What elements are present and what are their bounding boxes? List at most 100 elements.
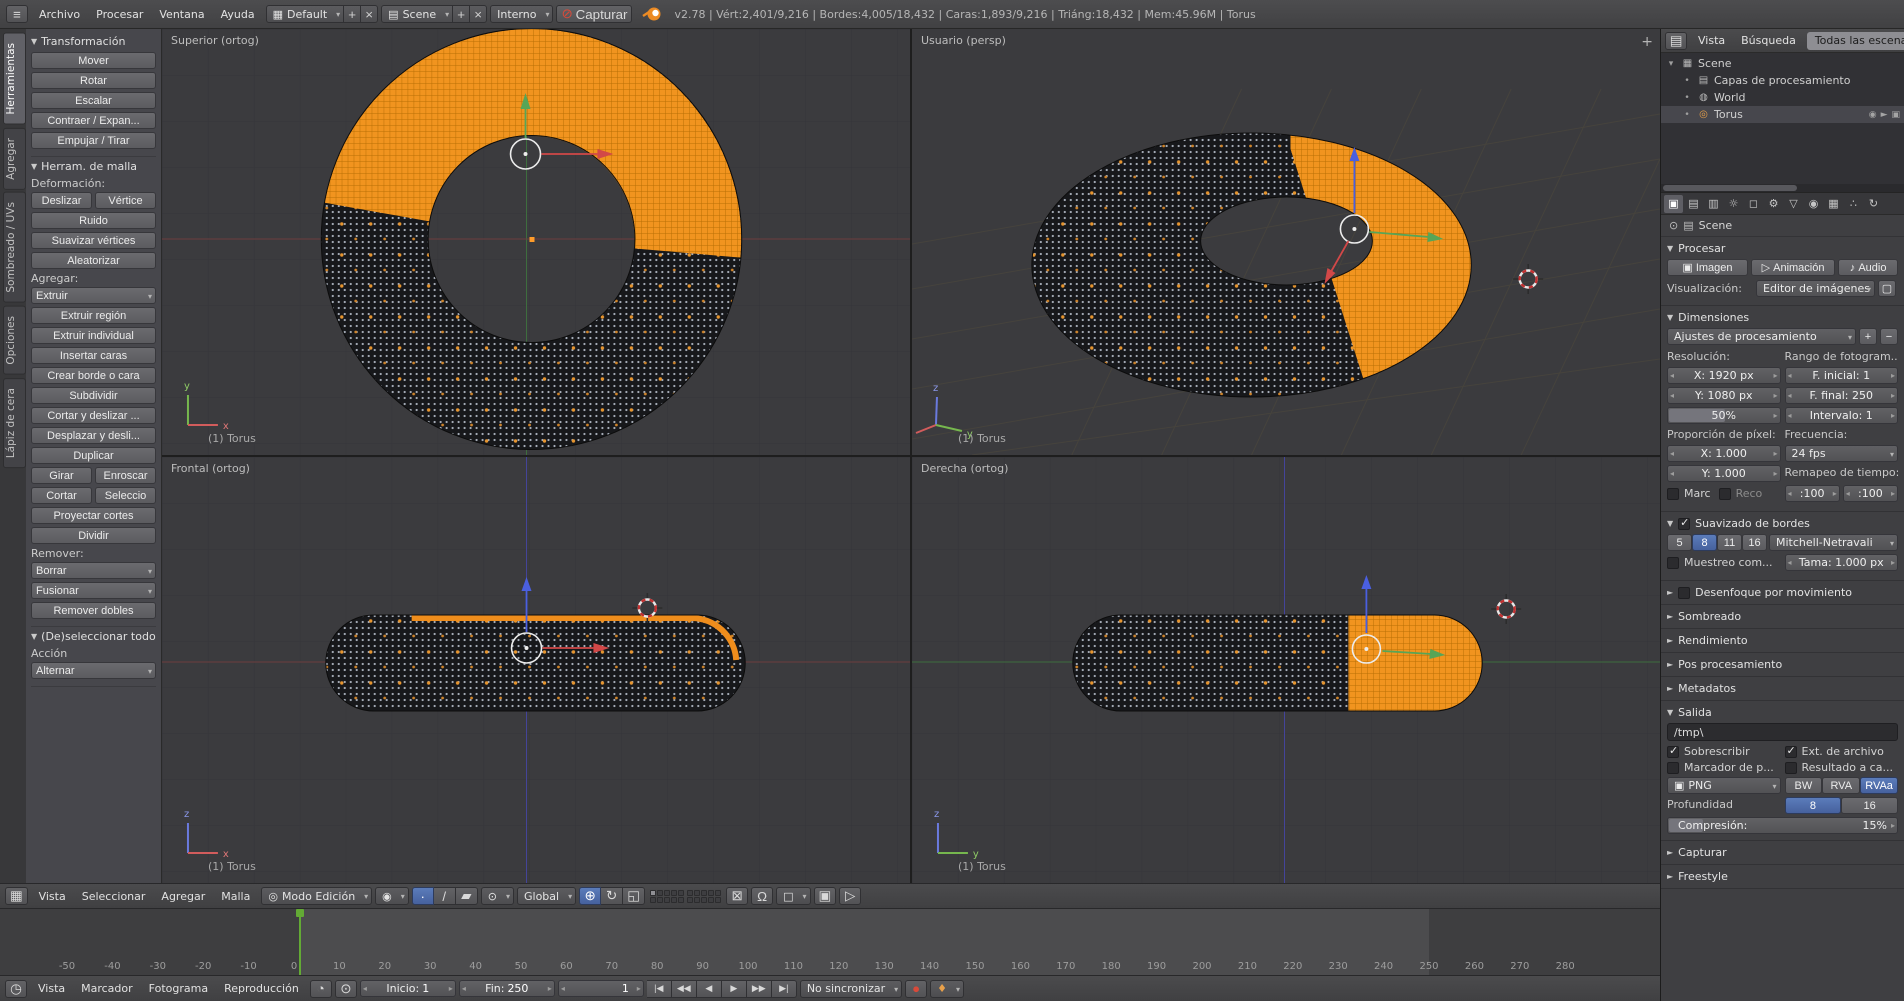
tool-enroscar-button[interactable]: Enroscar [95,467,156,484]
preset-add-button[interactable]: + [1859,328,1877,345]
antialiasing-checkbox[interactable] [1678,518,1690,530]
tool-extruir-individual-button[interactable]: Extruir individual [31,327,156,344]
panel-header-mesh-tools[interactable]: Herram. de malla [31,160,156,173]
transport-button[interactable]: ▶▶ [747,980,772,998]
tool-extruir-dropdown[interactable]: Extruir [31,287,156,304]
resolution-y-field[interactable]: Y: 1080 px [1667,387,1781,404]
tool-cortar-button[interactable]: Cortar [31,487,92,504]
add-screen-button[interactable]: + [344,5,361,23]
frame-end-field[interactable]: F. final: 250 [1785,387,1899,404]
aa-samples-button[interactable]: 8 [1692,534,1717,551]
viewport-user[interactable]: z y Usuario (persp) (1) Torus + [912,29,1660,455]
placeholders-checkbox-row[interactable]: Marcador de p... [1667,761,1781,774]
resolution-percentage-slider[interactable]: 50% [1667,407,1781,424]
full-sample-checkbox[interactable] [1667,557,1679,569]
tool-deslizar-button[interactable]: Deslizar [31,192,92,209]
frame-start-field[interactable]: F. inicial: 1 [1785,367,1899,384]
tool-crear-borde-button[interactable]: Crear borde o cara [31,367,156,384]
menu-item[interactable]: Malla [213,888,258,905]
panel-header-render[interactable]: Procesar [1667,238,1898,259]
layers-grid-left[interactable] [650,890,684,903]
tool-escalar-button[interactable]: Escalar [31,92,156,109]
visibility-icon[interactable]: ◉ [1869,110,1877,120]
transport-button[interactable]: ◀◀ [672,980,697,998]
menu-item[interactable]: Búsqueda [1733,32,1804,49]
tool-dividir-button[interactable]: Dividir [31,527,156,544]
record-button[interactable]: ● [905,980,927,998]
select-icon[interactable]: ► [1881,110,1888,120]
render-audio-button[interactable]: ♪ Audio [1838,259,1898,276]
properties-tab-particles[interactable]: ∴ [1844,195,1863,213]
manipulator-scale-toggle[interactable]: ◱ [623,887,645,905]
editor-type-button-outliner[interactable]: ▤ [1665,32,1687,50]
outliner-item-scene[interactable]: ▾▦Scene [1661,55,1904,72]
remap-old-field[interactable]: :100 [1785,485,1840,502]
tool-contraer-button[interactable]: Contraer / Expan... [31,112,156,129]
render-engine-dropdown[interactable]: Interno [490,5,553,23]
panel-header-antialiasing[interactable]: Suavizado de bordes [1667,513,1898,534]
viewport-front[interactable]: z x Frontal (ortog) (1) Torus [162,457,910,883]
transport-button[interactable]: |◀ [647,980,672,998]
panel-header-performance[interactable]: Rendimiento [1667,630,1898,651]
manipulator-rotate-toggle[interactable]: ↻ [601,887,623,905]
menu-item[interactable]: Archivo [31,6,88,23]
cache-result-checkbox-row[interactable]: Resultado a ca... [1785,761,1899,774]
aa-samples-button[interactable]: 11 [1717,534,1742,551]
display-mode-dropdown[interactable]: Editor de imágenes [1756,280,1875,297]
end-frame-field[interactable]: Fin: 250 [459,980,555,997]
color-rgba-button[interactable]: RVAa [1860,777,1898,794]
properties-tab-world[interactable]: ☼ [1724,195,1743,213]
transport-button[interactable]: ◀ [697,980,722,998]
tool-borrar-dropdown[interactable]: Borrar [31,562,156,579]
tool-tab[interactable]: Agregar [3,128,26,190]
properties-tab-render-layers[interactable]: ▤ [1684,195,1703,213]
color-rgb-button[interactable]: RVA [1822,777,1860,794]
file-format-dropdown[interactable]: ▣PNG [1667,777,1781,794]
panel-header-post-processing[interactable]: Pos procesamiento [1667,654,1898,675]
menu-item[interactable]: Agregar [153,888,213,905]
preview-range-toggle[interactable]: ◔ [310,980,332,998]
expander-icon[interactable]: ▾ [1665,59,1677,69]
timeline-current-frame-line[interactable] [299,909,301,975]
tool-vertice-button[interactable]: Vértice [95,192,156,209]
remap-new-field[interactable]: :100 [1843,485,1898,502]
render-image-button[interactable]: ▣ Imagen [1667,259,1748,276]
start-frame-field[interactable]: Inicio: 1 [360,980,456,997]
editor-type-button-timeline[interactable]: ◷ [5,980,27,998]
menu-item[interactable]: Ayuda [213,6,263,23]
snap-element-dropdown[interactable]: □ [776,887,810,905]
properties-tab-texture[interactable]: ▦ [1824,195,1843,213]
tool-aleatorizar-button[interactable]: Aleatorizar [31,252,156,269]
tool-proyectar-button[interactable]: Proyectar cortes [31,507,156,524]
aspect-y-field[interactable]: Y: 1.000 [1667,465,1781,482]
render-button[interactable]: ⊘ Capturar [556,5,632,23]
region-toggle-plus[interactable]: + [1641,34,1653,50]
filter-size-field[interactable]: Tama: 1.000 px [1785,554,1899,571]
menu-item[interactable]: Vista [31,888,74,905]
scene-dropdown[interactable]: ▤ Scene [381,5,453,23]
border-checkbox-row[interactable]: Marc [1667,487,1711,500]
menu-item[interactable]: Vista [1690,32,1733,49]
panel-header-deselect[interactable]: (De)seleccionar todo [31,630,156,643]
aspect-x-field[interactable]: X: 1.000 [1667,445,1781,462]
transport-button[interactable]: ▶| [772,980,797,998]
current-frame-field[interactable]: 1 [558,980,644,997]
tool-tab[interactable]: Herramientas [3,33,26,125]
add-scene-button[interactable]: + [453,5,470,23]
menu-item[interactable]: Procesar [88,6,151,23]
panel-header-shading[interactable]: Sombreado [1667,606,1898,627]
tool-insertar-caras-button[interactable]: Insertar caras [31,347,156,364]
overwrite-checkbox-row[interactable]: Sobrescribir [1667,745,1781,758]
face-select-toggle[interactable]: ▰ [456,887,478,905]
menu-item[interactable]: Fotograma [141,980,216,997]
edge-select-toggle[interactable]: / [434,887,456,905]
tool-ruido-button[interactable]: Ruido [31,212,156,229]
editor-type-button[interactable]: ≡ [6,5,28,23]
timeline-ruler[interactable]: -50-40-30-20-100102030405060708090100110… [0,908,1660,975]
snap-toggle[interactable]: Ω [751,887,773,905]
overwrite-checkbox[interactable] [1667,746,1679,758]
render-icon[interactable]: ▣ [1891,110,1900,120]
orientation-dropdown[interactable]: Global [517,887,576,905]
pivot-dropdown[interactable]: ⊙ [481,887,514,905]
pin-icon[interactable]: ⊙ [1669,219,1678,232]
